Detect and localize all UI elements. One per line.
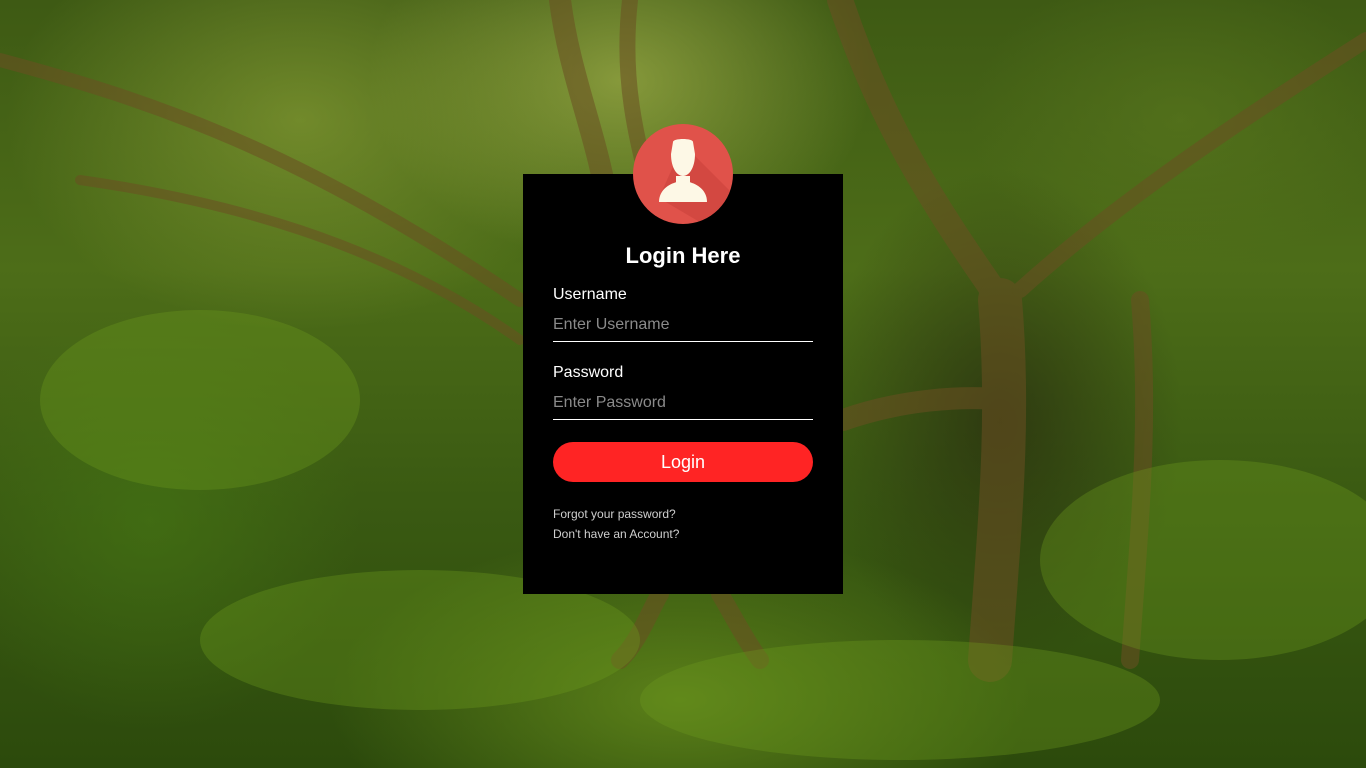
help-links: Forgot your password? Don't have an Acco… xyxy=(553,504,813,544)
password-label: Password xyxy=(553,364,624,381)
login-button[interactable]: Login xyxy=(553,442,813,482)
login-card: Login Here Username Password Login Forgo… xyxy=(523,124,843,594)
username-input[interactable] xyxy=(553,308,813,342)
user-avatar-icon xyxy=(633,124,733,224)
forgot-password-link[interactable]: Forgot your password? xyxy=(553,504,813,524)
page-title: Login Here xyxy=(625,243,741,268)
user-silhouette-icon xyxy=(659,139,733,224)
signup-link[interactable]: Don't have an Account? xyxy=(553,524,813,544)
password-input[interactable] xyxy=(553,386,813,420)
username-label: Username xyxy=(553,286,627,303)
